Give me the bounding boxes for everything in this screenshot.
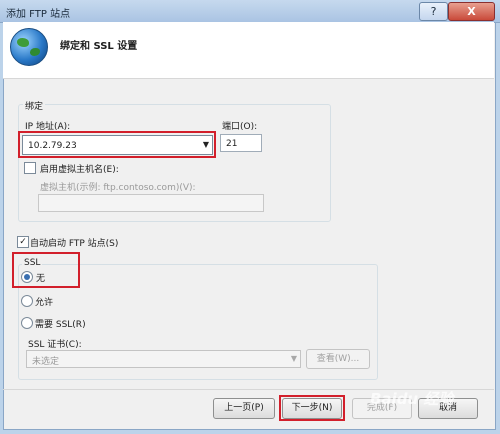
- chevron-down-icon[interactable]: ▼: [291, 354, 297, 363]
- virtual-host-checkbox-label: 启用虚拟主机名(E):: [40, 165, 119, 175]
- autostart-checkbox[interactable]: ✓: [17, 236, 29, 248]
- ssl-allow-label: 允许: [35, 298, 54, 308]
- view-certificate-button[interactable]: 查看(W)...: [306, 349, 370, 369]
- close-button[interactable]: X: [448, 2, 495, 21]
- window-title: 添加 FTP 站点: [6, 9, 71, 20]
- virtual-host-checkbox[interactable]: [24, 162, 36, 174]
- help-button[interactable]: ?: [419, 2, 448, 21]
- ssl-require-radio[interactable]: [21, 317, 33, 329]
- ssl-highlight-box: [12, 252, 80, 288]
- autostart-label: 自动启动 FTP 站点(S): [30, 239, 119, 249]
- page-title: 绑定和 SSL 设置: [60, 41, 138, 52]
- port-value: 21: [226, 139, 238, 149]
- virtual-host-field[interactable]: [38, 194, 264, 212]
- binding-group-label: 绑定: [23, 99, 46, 112]
- ssl-cert-value: 未选定: [32, 357, 60, 367]
- virtual-host-label: 虚拟主机(示例: ftp.contoso.com)(V):: [40, 183, 196, 193]
- ssl-cert-label: SSL 证书(C):: [28, 340, 82, 350]
- port-field[interactable]: 21: [220, 134, 262, 152]
- ssl-cert-combo[interactable]: 未选定 ▼: [26, 350, 301, 368]
- ip-highlight-box: [18, 131, 216, 158]
- watermark: Baidu 经验: [370, 390, 454, 408]
- ssl-require-label: 需要 SSL(R): [35, 320, 86, 330]
- port-label: 端口(O):: [222, 122, 258, 132]
- globe-icon: [10, 28, 48, 66]
- next-highlight-box: [279, 395, 345, 421]
- previous-button[interactable]: 上一页(P): [213, 398, 275, 419]
- ssl-allow-radio[interactable]: [21, 295, 33, 307]
